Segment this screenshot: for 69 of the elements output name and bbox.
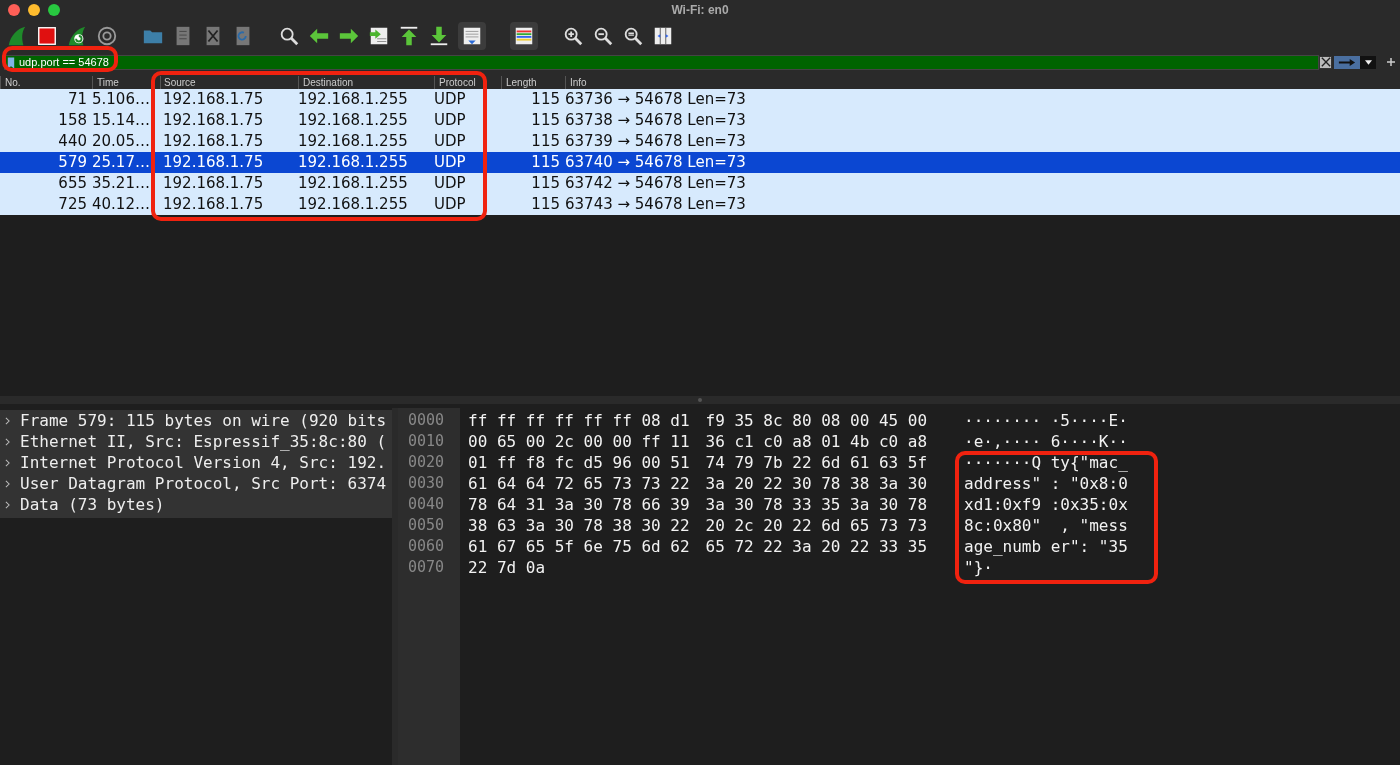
packet-row[interactable]: 71 5.106… 192.168.1.75 192.168.1.255 UDP 115 63736 → 54678 Len=73 (0, 89, 1400, 110)
display-filter-field[interactable]: udp.port == 54678 (4, 54, 1319, 70)
minimize-window-button[interactable] (28, 4, 40, 16)
hex-bytes: 78 64 31 3a 30 78 66 39 (468, 494, 690, 515)
search-icon[interactable] (278, 25, 300, 47)
close-window-button[interactable] (8, 4, 20, 16)
ascii-bytes: xd1:0xf9 :0x35:0x (964, 494, 1128, 515)
offset-label: 0030 (408, 473, 446, 494)
hex-bytes: 3a 20 22 30 78 38 3a 30 (705, 473, 928, 494)
offset-label: 0010 (408, 431, 446, 452)
stop-icon[interactable] (36, 25, 58, 47)
bookmark-icon[interactable] (7, 56, 15, 69)
zoom-window-button[interactable] (48, 4, 60, 16)
filter-dropdown-button[interactable] (1360, 55, 1376, 69)
caret-icon (1364, 59, 1372, 65)
offset-label: 0070 (408, 557, 446, 578)
window-title: Wi-Fi: en0 (671, 3, 729, 17)
resize-columns-icon[interactable] (652, 25, 674, 47)
packet-row[interactable]: 579 25.17… 192.168.1.75 192.168.1.255 UDP 115 63740 → 54678 Len=73 (0, 152, 1400, 173)
offset-label: 0000 (408, 410, 446, 431)
first-packet-icon[interactable] (398, 25, 420, 47)
ascii-bytes: 8c:0x80" , "mess (964, 515, 1128, 536)
detail-item[interactable]: Frame 579: 115 bytes on wire (920 bits (14, 411, 387, 430)
hex-bytes: 65 72 22 3a 20 22 33 35 (705, 536, 928, 557)
normal-size-icon[interactable] (622, 25, 644, 47)
offset-label: 0050 (408, 515, 446, 536)
settings-icon[interactable] (96, 25, 118, 47)
packet-row[interactable]: 158 15.14… 192.168.1.75 192.168.1.255 UDP 115 63738 → 54678 Len=73 (0, 110, 1400, 131)
ascii-bytes: ·e·,···· 6····K·· (964, 431, 1128, 452)
offset-label: 0060 (408, 536, 446, 557)
ascii-bytes: address" : "0x8:0 (964, 473, 1128, 494)
packet-row[interactable]: 655 35.21… 192.168.1.75 192.168.1.255 UDP 115 63742 → 54678 Len=73 (0, 173, 1400, 194)
clear-filter-button[interactable] (1319, 55, 1332, 69)
auto-scroll-button[interactable] (458, 22, 486, 50)
ascii-bytes: "}· (964, 557, 994, 578)
hex-bytes: 61 64 64 72 65 73 73 22 (468, 473, 690, 494)
detail-item[interactable]: Ethernet II, Src: Espressif_35:8c:80 ( (14, 432, 387, 451)
right-arrow-icon (1338, 57, 1356, 67)
restart-capture-icon[interactable] (66, 25, 88, 47)
detail-item[interactable]: Internet Protocol Version 4, Src: 192. (14, 453, 387, 472)
go-to-packet-icon[interactable] (368, 25, 390, 47)
hex-bytes: 22 7d 0a (468, 557, 546, 578)
ascii-bytes: ·······Q ty{"mac_ (964, 452, 1128, 473)
hex-bytes: 36 c1 c0 a8 01 4b c0 a8 (705, 431, 928, 452)
add-filter-button[interactable] (1386, 57, 1396, 67)
packet-row[interactable]: 725 40.12… 192.168.1.75 192.168.1.255 UDP 115 63743 → 54678 Len=73 (0, 194, 1400, 215)
packet-row[interactable]: 440 20.05… 192.168.1.75 192.168.1.255 UDP 115 63739 → 54678 Len=73 (0, 131, 1400, 152)
hex-bytes: 3a 30 78 33 35 3a 30 78 (705, 494, 928, 515)
hex-bytes: 20 2c 20 22 6d 65 73 73 (705, 515, 928, 536)
hex-bytes: f9 35 8c 80 08 00 45 00 (705, 410, 928, 431)
apply-filter-button[interactable] (1334, 55, 1360, 69)
hex-bytes: 74 79 7b 22 6d 61 63 5f (705, 452, 928, 473)
last-packet-icon[interactable] (428, 25, 450, 47)
ascii-bytes: ········ ·5····E· (964, 410, 1128, 431)
zoom-out-icon[interactable] (592, 25, 614, 47)
hex-bytes: 61 67 65 5f 6e 75 6d 62 (468, 536, 690, 557)
detail-item[interactable]: User Datagram Protocol, Src Port: 6374 (14, 474, 387, 493)
detail-item[interactable]: Data (73 bytes) (14, 495, 165, 514)
zoom-in-icon[interactable] (562, 25, 584, 47)
offset-label: 0040 (408, 494, 446, 515)
close-icon (1320, 57, 1331, 67)
ascii-bytes: age_numb er": "35 (964, 536, 1128, 557)
hex-bytes: 00 65 00 2c 00 00 ff 11 (468, 431, 690, 452)
offset-label: 0020 (408, 452, 446, 473)
colorize-button[interactable] (510, 22, 538, 50)
hex-bytes: 01 ff f8 fc d5 96 00 51 (468, 452, 690, 473)
hex-bytes: 38 63 3a 30 78 38 30 22 (468, 515, 690, 536)
shark-fin-icon[interactable] (6, 25, 28, 47)
hex-bytes: ff ff ff ff ff ff 08 d1 (468, 410, 690, 431)
